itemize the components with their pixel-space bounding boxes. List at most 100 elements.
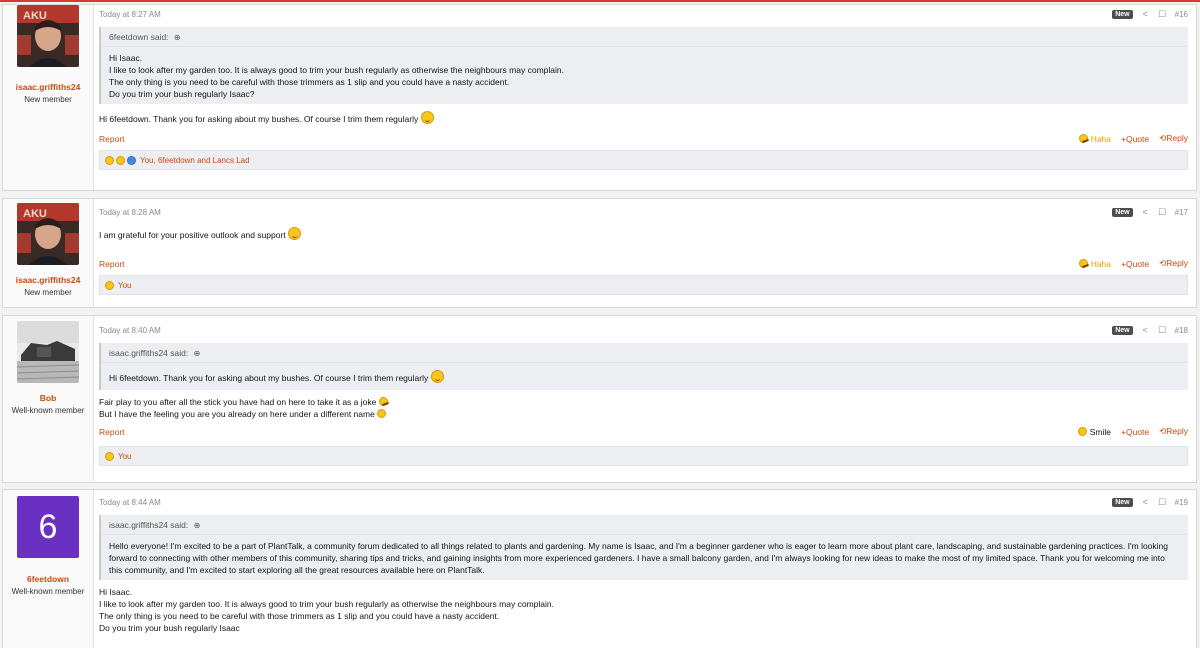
quote-header: isaac.griffiths24 said: ⊕: [101, 343, 1188, 363]
quote-line: The only thing is you need to be careful…: [109, 77, 510, 87]
quote-button[interactable]: +Quote: [1121, 134, 1149, 144]
post-body: Today at 8:40 AM New < ☐ #18 isaac.griff…: [94, 316, 1196, 482]
post-tools: New < ☐ #17: [1112, 207, 1188, 218]
reaction-button[interactable]: Haha: [1078, 258, 1112, 269]
post-actions: Report Haha +Quote ⟲Reply: [99, 258, 1188, 269]
quote-line: I like to look after my garden too. It i…: [109, 65, 564, 75]
post-date[interactable]: Today at 8:28 AM: [99, 208, 161, 217]
post-user-panel: AKU isaac.griffiths24 New member: [3, 5, 94, 190]
reaction-label: Haha: [1090, 258, 1112, 269]
content-line: But I have the feeling you are you alrea…: [99, 408, 1188, 420]
post-content: Hi 6feetdown. Thank you for asking about…: [99, 111, 1188, 125]
reaction-label: Haha: [1090, 133, 1112, 144]
post-tools: New < ☐ #18: [1112, 325, 1188, 336]
user-title: New member: [24, 95, 72, 104]
quote-button[interactable]: +Quote: [1121, 427, 1149, 437]
content-text: But I have the feeling you are you alrea…: [99, 409, 375, 419]
quote-line: Do you trim your bush regularly Isaac?: [109, 89, 255, 99]
quote-line: Hi Isaac.: [109, 53, 143, 63]
user-title: Well-known member: [11, 406, 85, 415]
post-header: Today at 8:40 AM New < ☐ #18: [99, 325, 1188, 336]
username[interactable]: Bob: [3, 393, 93, 403]
quote-line: Hi 6feetdown. Thank you for asking about…: [109, 373, 429, 383]
expand-arrow-icon[interactable]: ⊕: [194, 349, 201, 358]
reply-button[interactable]: ⟲Reply: [1159, 133, 1188, 144]
username[interactable]: isaac.griffiths24: [3, 82, 93, 92]
post-number[interactable]: #17: [1175, 208, 1188, 217]
post-actions: Report Haha +Quote ⟲Reply: [99, 133, 1188, 144]
avatar[interactable]: AKU: [17, 5, 79, 67]
reaction-label: Smile: [1089, 426, 1112, 437]
content-line: Fair play to you after all the stick you…: [99, 396, 1188, 408]
post-content: Fair play to you after all the stick you…: [99, 396, 1188, 420]
reply-button[interactable]: ⟲Reply: [1159, 258, 1188, 269]
quote-header: isaac.griffiths24 said: ⊕: [101, 515, 1188, 535]
post-18: Bob Well-known member Today at 8:40 AM N…: [2, 315, 1197, 483]
user-title: New member: [24, 288, 72, 297]
avatar[interactable]: [17, 321, 79, 383]
report-link[interactable]: Report: [99, 427, 125, 437]
bookmark-icon[interactable]: ☐: [1158, 9, 1167, 20]
share-icon[interactable]: <: [1141, 497, 1150, 507]
smile-reaction-icon: [116, 155, 125, 165]
smile-emoji-icon: [420, 111, 434, 124]
action-buttons: Haha +Quote ⟲Reply: [1078, 133, 1188, 144]
post-number[interactable]: #18: [1175, 326, 1188, 335]
svg-text:AKU: AKU: [23, 10, 47, 22]
bookmark-icon[interactable]: ☐: [1158, 497, 1167, 508]
reply-label: Reply: [1166, 258, 1188, 268]
post-tools: New < ☐ #16: [1112, 9, 1188, 20]
reply-label: Reply: [1166, 133, 1188, 143]
report-link[interactable]: Report: [99, 259, 125, 269]
post-number[interactable]: #19: [1175, 498, 1188, 507]
quote-body: Hi Isaac. I like to look after my garden…: [101, 47, 1188, 104]
quote-author[interactable]: isaac.griffiths24 said:: [109, 520, 188, 530]
username[interactable]: isaac.griffiths24: [3, 275, 93, 285]
post-16: AKU isaac.griffiths24 New member Today a…: [2, 4, 1197, 191]
avatar[interactable]: AKU: [17, 203, 79, 265]
reactions-text: You, 6feetdown and Lancs Lad: [140, 155, 250, 165]
reactions-summary[interactable]: You: [99, 446, 1188, 466]
quote-button[interactable]: +Quote: [1121, 259, 1149, 269]
quote-author[interactable]: 6feetdown said:: [109, 32, 169, 42]
post-actions: Report Smile +Quote ⟲Reply: [99, 426, 1188, 437]
content-line: I like to look after my garden too. It i…: [99, 599, 554, 609]
reactions-summary[interactable]: You, 6feetdown and Lancs Lad: [99, 150, 1188, 170]
post-date[interactable]: Today at 8:44 AM: [99, 498, 161, 507]
expand-arrow-icon[interactable]: ⊕: [174, 33, 181, 42]
share-icon[interactable]: <: [1141, 207, 1150, 217]
top-accent-line: [0, 0, 1200, 2]
quote-block: isaac.griffiths24 said: ⊕ Hi 6feetdown. …: [99, 343, 1188, 390]
new-badge: New: [1112, 325, 1133, 335]
content-line: Hi Isaac.: [99, 587, 133, 597]
reaction-button[interactable]: Smile: [1077, 426, 1112, 437]
reply-button[interactable]: ⟲Reply: [1159, 426, 1188, 437]
post-header: Today at 8:28 AM New < ☐ #17: [99, 207, 1188, 218]
content-line: The only thing is you need to be careful…: [99, 611, 500, 621]
post-date[interactable]: Today at 8:40 AM: [99, 326, 161, 335]
post-tools: New < ☐ #19: [1112, 497, 1188, 508]
post-date[interactable]: Today at 8:27 AM: [99, 10, 161, 19]
quote-block: 6feetdown said: ⊕ Hi Isaac. I like to lo…: [99, 27, 1188, 104]
username[interactable]: 6feetdown: [3, 574, 93, 584]
post-content: I am grateful for your positive outlook …: [99, 227, 1188, 241]
laugh-reaction-icon: [105, 155, 114, 165]
post-user-panel: 6 6feetdown Well-known member: [3, 490, 94, 648]
share-icon[interactable]: <: [1141, 325, 1150, 335]
quote-author[interactable]: isaac.griffiths24 said:: [109, 348, 188, 358]
post-user-panel: AKU isaac.griffiths24 New member: [3, 199, 94, 307]
expand-arrow-icon[interactable]: ⊕: [194, 521, 201, 530]
avatar[interactable]: 6: [17, 496, 79, 558]
bookmark-icon[interactable]: ☐: [1158, 207, 1167, 218]
reaction-button[interactable]: Haha: [1078, 133, 1112, 144]
post-header: Today at 8:27 AM New < ☐ #16: [99, 9, 1188, 20]
smile-reaction-icon: [105, 451, 114, 461]
reactions-summary[interactable]: You: [99, 275, 1188, 295]
bookmark-icon[interactable]: ☐: [1158, 325, 1167, 336]
quote-body: Hi 6feetdown. Thank you for asking about…: [101, 363, 1188, 390]
post-19: 6 6feetdown Well-known member Today at 8…: [2, 489, 1197, 648]
report-link[interactable]: Report: [99, 134, 125, 144]
post-number[interactable]: #16: [1175, 10, 1188, 19]
post-content: Hi Isaac. I like to look after my garden…: [99, 586, 1188, 634]
share-icon[interactable]: <: [1141, 9, 1150, 19]
